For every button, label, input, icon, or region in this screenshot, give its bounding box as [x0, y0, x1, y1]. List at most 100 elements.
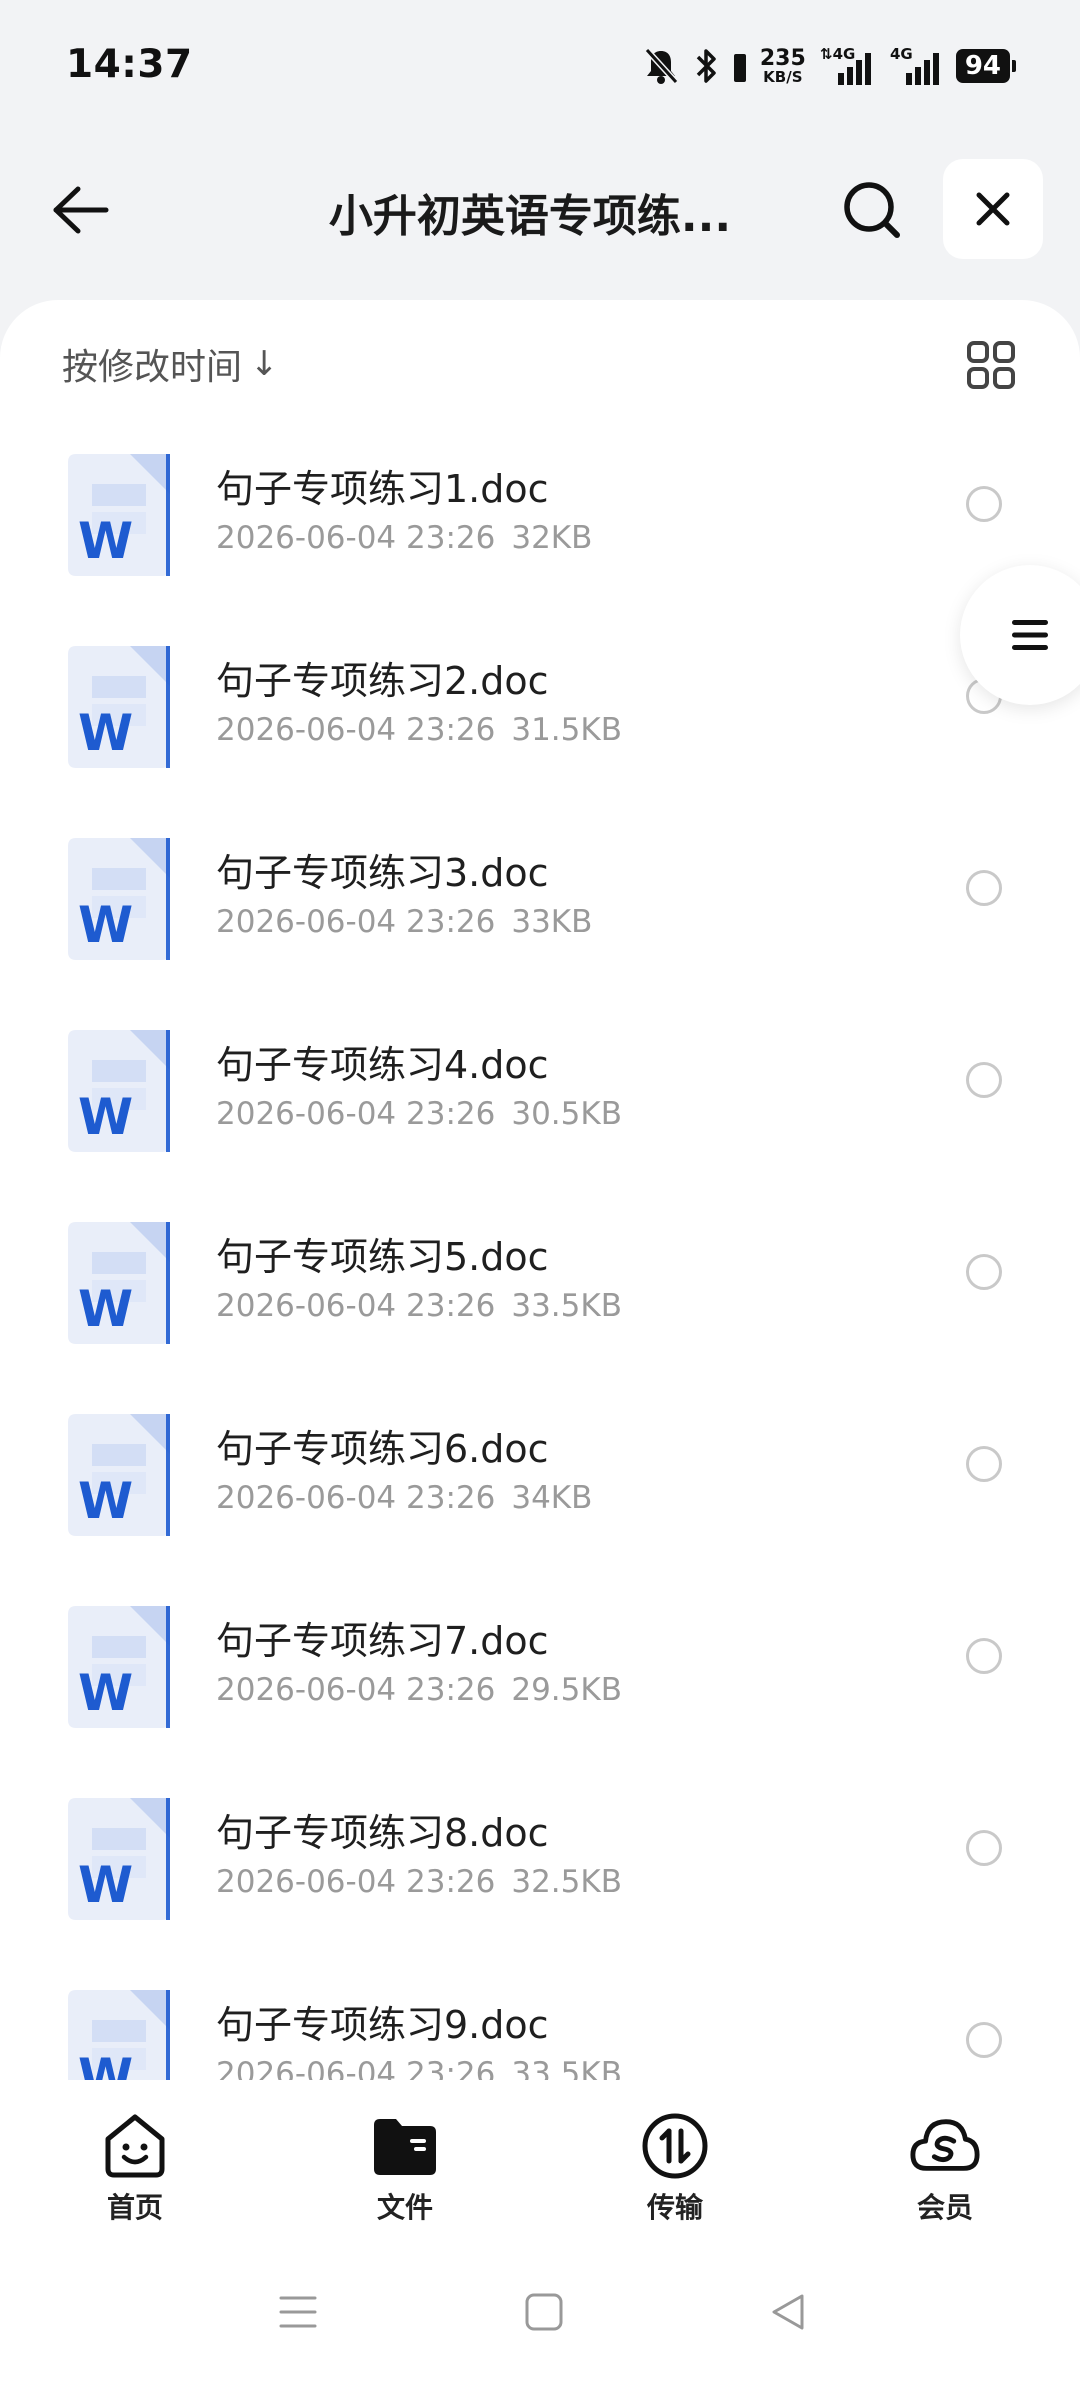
- file-date: 2026-06-04 23:26: [216, 712, 496, 748]
- tab-files[interactable]: 文件: [270, 2080, 540, 2230]
- word-doc-icon: W: [68, 646, 170, 768]
- file-meta: 2026-06-04 23:26 29.5KB: [216, 1672, 622, 1708]
- back-nav-button[interactable]: [758, 2282, 818, 2342]
- file-name: 句子专项练习8.doc: [216, 1811, 549, 1855]
- file-name: 句子专项练习1.doc: [216, 467, 549, 511]
- file-meta: 2026-06-04 23:26 32.5KB: [216, 1864, 622, 1900]
- file-row[interactable]: W 句子专项练习6.doc 2026-06-04 23:26 34KB: [0, 1398, 1080, 1590]
- file-row[interactable]: W 句子专项练习9.doc 2026-06-04 23:26 33.5KB: [0, 1974, 1080, 2080]
- tab-transfer[interactable]: 传输: [540, 2080, 810, 2230]
- file-meta: 2026-06-04 23:26 33KB: [216, 904, 592, 940]
- file-meta: 2026-06-04 23:26 30.5KB: [216, 1096, 622, 1132]
- file-name: 句子专项练习9.doc: [216, 2003, 549, 2047]
- search-button[interactable]: [832, 170, 912, 250]
- file-row[interactable]: W 句子专项练习2.doc 2026-06-04 23:26 31.5KB: [0, 630, 1080, 822]
- word-doc-icon: W: [68, 1030, 170, 1152]
- file-name: 句子专项练习6.doc: [216, 1427, 549, 1471]
- signal-icon: ⇅4G: [820, 45, 874, 87]
- word-doc-icon: W: [68, 838, 170, 960]
- file-row[interactable]: W 句子专项练习8.doc 2026-06-04 23:26 32.5KB: [0, 1782, 1080, 1974]
- file-name: 句子专项练习4.doc: [216, 1043, 549, 1087]
- header: 小升初英语专项练...: [0, 150, 1080, 270]
- grid-view-icon: [967, 341, 1015, 389]
- home-face-icon: [99, 2110, 171, 2182]
- sort-selector[interactable]: 按修改时间 ↓: [62, 338, 279, 390]
- word-doc-icon: W: [68, 1222, 170, 1344]
- tab-home[interactable]: 首页: [0, 2080, 270, 2230]
- file-size: 30.5KB: [511, 1096, 622, 1132]
- svg-text:W: W: [78, 1280, 133, 1338]
- file-row[interactable]: W 句子专项练习4.doc 2026-06-04 23:26 30.5KB: [0, 1014, 1080, 1206]
- file-date: 2026-06-04 23:26: [216, 1096, 496, 1132]
- status-bar: 14:37 235 KB/S ⇅4G 4G 94: [0, 0, 1080, 130]
- file-date: 2026-06-04 23:26: [216, 1864, 496, 1900]
- search-icon: [844, 182, 900, 238]
- select-radio[interactable]: [966, 2022, 1002, 2058]
- bell-muted-icon: [642, 46, 680, 86]
- svg-text:⇅4G: ⇅4G: [820, 45, 855, 63]
- file-date: 2026-06-04 23:26: [216, 1288, 496, 1324]
- file-list: W 句子专项练习1.doc 2026-06-04 23:26 32KB W 句子专…: [0, 438, 1080, 2080]
- view-toggle-button[interactable]: [966, 340, 1016, 390]
- file-meta: 2026-06-04 23:26 33.5KB: [216, 1288, 622, 1324]
- tab-files-label: 文件: [376, 2191, 433, 2224]
- select-radio[interactable]: [966, 1446, 1002, 1482]
- cloud-member-icon: [909, 2110, 981, 2182]
- sort-arrow-icon: ↓: [250, 344, 279, 384]
- file-size: 33.5KB: [511, 2056, 622, 2080]
- bottom-tab-bar: 首页 文件 传输 会员: [0, 2080, 1080, 2230]
- file-size: 32KB: [511, 520, 593, 556]
- file-meta: 2026-06-04 23:26 33.5KB: [216, 2056, 622, 2080]
- file-browser: 按修改时间 ↓ W 句子专项练习1.doc 2026-06-04 23:26 32…: [0, 300, 1080, 2080]
- file-meta: 2026-06-04 23:26 32KB: [216, 520, 592, 556]
- file-name: 句子专项练习2.doc: [216, 659, 549, 703]
- select-radio[interactable]: [966, 870, 1002, 906]
- file-date: 2026-06-04 23:26: [216, 520, 496, 556]
- recent-apps-button[interactable]: [268, 2282, 328, 2342]
- file-size: 33KB: [511, 904, 593, 940]
- select-radio[interactable]: [966, 486, 1002, 522]
- file-name: 句子专项练习3.doc: [216, 851, 549, 895]
- svg-text:W: W: [78, 704, 133, 762]
- word-doc-icon: W: [68, 1606, 170, 1728]
- file-row[interactable]: W 句子专项练习3.doc 2026-06-04 23:26 33KB: [0, 822, 1080, 1014]
- file-date: 2026-06-04 23:26: [216, 2056, 496, 2080]
- word-doc-icon: W: [68, 454, 170, 576]
- file-row[interactable]: W 句子专项练习1.doc 2026-06-04 23:26 32KB: [0, 438, 1080, 630]
- system-navigation-bar: [0, 2230, 1080, 2392]
- svg-text:W: W: [78, 1856, 133, 1914]
- bluetooth-icon: [694, 46, 720, 86]
- file-date: 2026-06-04 23:26: [216, 904, 496, 940]
- home-button[interactable]: [514, 2282, 574, 2342]
- menu-lines-icon: [279, 2296, 317, 2328]
- svg-text:W: W: [78, 1088, 133, 1146]
- select-radio[interactable]: [966, 1062, 1002, 1098]
- svg-text:W: W: [78, 1664, 133, 1722]
- select-radio[interactable]: [966, 1638, 1002, 1674]
- file-name: 句子专项练习5.doc: [216, 1235, 549, 1279]
- close-button[interactable]: [943, 159, 1043, 259]
- triangle-back-icon: [772, 2294, 804, 2330]
- file-name: 句子专项练习7.doc: [216, 1619, 549, 1663]
- tab-member[interactable]: 会员: [810, 2080, 1080, 2230]
- close-icon: [976, 192, 1010, 226]
- select-radio[interactable]: [966, 1830, 1002, 1866]
- svg-text:W: W: [78, 512, 133, 570]
- file-size: 34KB: [511, 1480, 593, 1516]
- back-button[interactable]: [40, 170, 120, 250]
- battery-cell-icon: [733, 50, 746, 82]
- page-title: 小升初英语专项练...: [328, 191, 732, 242]
- sort-label: 按修改时间: [62, 347, 243, 388]
- transfer-icon: [639, 2110, 711, 2182]
- file-row[interactable]: W 句子专项练习5.doc 2026-06-04 23:26 33.5KB: [0, 1206, 1080, 1398]
- arrow-left-icon: [53, 186, 109, 234]
- tab-member-label: 会员: [916, 2191, 973, 2224]
- file-size: 29.5KB: [511, 1672, 622, 1708]
- file-row[interactable]: W 句子专项练习7.doc 2026-06-04 23:26 29.5KB: [0, 1590, 1080, 1782]
- select-radio[interactable]: [966, 1254, 1002, 1290]
- menu-icon: [1012, 620, 1048, 650]
- square-icon: [525, 2293, 563, 2331]
- file-date: 2026-06-04 23:26: [216, 1480, 496, 1516]
- folder-icon: [369, 2110, 441, 2182]
- svg-text:W: W: [78, 2048, 133, 2080]
